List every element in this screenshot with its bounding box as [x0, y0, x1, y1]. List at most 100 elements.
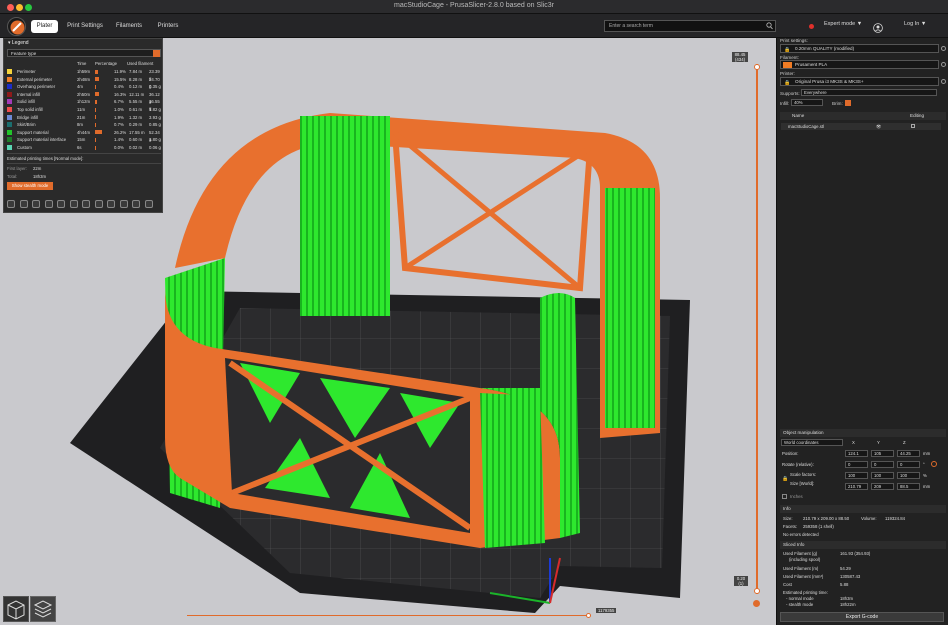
supports-combo[interactable]: Everywhere	[801, 89, 937, 96]
tab-print-settings[interactable]: Print Settings	[66, 20, 104, 33]
stealth-mode-value: 18h22m	[840, 602, 856, 607]
retractions-icon[interactable]	[32, 200, 40, 208]
search-icon[interactable]	[766, 22, 773, 30]
legend-row[interactable]: Support material 4h44m 26.2% 17.55 m 52.34 g	[7, 129, 163, 142]
legend-length: 5.55 m	[129, 99, 143, 105]
legend-row[interactable]: Top solid infill 11m 1.0% 0.61 m 1.82 g	[7, 106, 163, 113]
info-size-label: Size:	[783, 516, 793, 521]
lower-thumb[interactable]	[754, 588, 760, 594]
seams-icon[interactable]	[57, 200, 65, 208]
cog-icon[interactable]	[753, 600, 760, 607]
reset-rotation-icon[interactable]	[931, 461, 937, 467]
legend-swatch	[7, 99, 12, 105]
printer-label: Printer:	[780, 71, 795, 76]
legend-row[interactable]: Bridge infill 21m 1.9% 1.32 m 3.93 g	[7, 114, 163, 121]
rotate-z-input[interactable]: 0	[897, 461, 920, 468]
feature-type-dropdown[interactable]: Feature type	[7, 49, 161, 57]
size-label: Size [World]:	[790, 481, 815, 486]
search-input[interactable]: Enter a search term	[604, 20, 776, 32]
export-gcode-button[interactable]: Export G-code	[780, 612, 944, 622]
position-x-input[interactable]: 124.1	[845, 450, 868, 457]
position-z-input[interactable]: 44.25	[897, 450, 920, 457]
tab-filaments[interactable]: Filaments	[114, 20, 144, 33]
legend-header[interactable]: ▾ Legend	[4, 39, 162, 47]
legend-row[interactable]: External perimeter 2h48m 15.5% 8.28 m 24.70 …	[7, 76, 163, 89]
shells-icon[interactable]	[132, 200, 140, 208]
infill-label: Infill:	[780, 101, 790, 106]
horizontal-move-slider[interactable]	[187, 613, 591, 618]
print-settings-gear-icon[interactable]	[941, 46, 946, 51]
tool-changes-icon[interactable]	[69, 200, 78, 208]
legend-row[interactable]: Skirt/Brim 8m 0.7% 0.29 m 0.85 g	[7, 121, 163, 128]
edit-settings-icon[interactable]	[911, 124, 915, 128]
legend-swatch	[7, 114, 12, 120]
legend-row[interactable]: Support material interface 15m 1.4% 0.60 m 1…	[7, 136, 163, 143]
estimated-time-label: Estimated printing time:	[783, 590, 828, 595]
mode-indicator-icon	[809, 24, 814, 29]
deretractions-icon[interactable]	[44, 200, 53, 208]
legend-feature-name: Perimeter	[17, 69, 36, 74]
total-time-row: Total: 18h3m	[7, 174, 47, 179]
scale-y-input[interactable]: 100	[871, 472, 894, 479]
upper-layer-label: 88.45 (434)	[732, 52, 748, 62]
travel-icon[interactable]	[7, 200, 15, 208]
scale-lock-icon[interactable]: 🔒	[782, 476, 788, 482]
vertical-layer-slider[interactable]	[754, 64, 760, 594]
color-changes-icon[interactable]	[82, 200, 90, 208]
print-settings-combo[interactable]: 🔒 0.20mm QUALITY (modified)	[780, 44, 939, 53]
size-x-input[interactable]: 210.79	[845, 483, 868, 490]
upper-thumb[interactable]	[754, 64, 760, 70]
coordinates-combo[interactable]: World coordinates	[781, 439, 843, 446]
center-of-gravity-icon[interactable]	[119, 200, 128, 208]
pause-icon[interactable]	[94, 200, 103, 208]
custom-gcode-icon[interactable]	[107, 200, 115, 208]
tool-marker-icon[interactable]	[144, 200, 153, 208]
inches-label: Inches	[790, 494, 803, 499]
legend-length: 8.28 m	[129, 76, 143, 82]
filament-color-swatch[interactable]	[783, 62, 792, 68]
legend-row[interactable]: Internal infill 2h50m 16.3% 12.11 m 36.12 g	[7, 91, 163, 104]
estimated-times-label: Estimated printing times [Normal mode]:	[7, 156, 84, 161]
legend-percentage-bar	[95, 130, 102, 135]
show-stealth-mode-button[interactable]: Show stealth mode	[7, 182, 53, 190]
printer-gear-icon[interactable]	[941, 79, 946, 84]
normal-mode-value: 18h3m	[840, 596, 854, 601]
wipe-icon[interactable]	[19, 200, 28, 208]
legend-percentage-bar	[95, 92, 100, 97]
printer-combo[interactable]: 🔒 Original Prusa i3 MK3S & MK3S+	[780, 77, 939, 86]
3d-view-button[interactable]	[3, 596, 29, 622]
filament-combo[interactable]: Prusament PLA	[780, 60, 939, 69]
size-y-input[interactable]: 209	[871, 483, 894, 490]
account-icon[interactable]	[873, 20, 883, 33]
filament-gear-icon[interactable]	[941, 62, 946, 67]
tab-plater[interactable]: Plater	[31, 20, 58, 33]
brim-checkbox[interactable]	[845, 100, 851, 106]
visibility-eye-icon[interactable]: 👁	[876, 123, 881, 130]
object-list-item[interactable]: macStudioCage.stl 👁	[781, 123, 941, 130]
size-z-input[interactable]: 88.5	[897, 483, 920, 490]
legend-row[interactable]: Custom 6s 0.0% 0.02 m 0.06 g	[7, 144, 163, 151]
tab-printers[interactable]: Printers	[154, 20, 182, 33]
legend-swatch	[7, 69, 12, 74]
legend-time: 6s	[77, 145, 82, 150]
legend-time: 2h50m	[77, 91, 91, 97]
position-y-input[interactable]: 105	[871, 450, 894, 457]
scale-x-input[interactable]: 100	[845, 472, 868, 479]
inches-checkbox[interactable]	[782, 494, 787, 499]
legend-row[interactable]: Overhang perimeter 4m 0.4% 0.12 m 0.35 g	[7, 83, 163, 90]
h-slider-thumb[interactable]	[586, 613, 591, 618]
sliced-info-header: Sliced Info	[780, 541, 946, 549]
rotate-x-input[interactable]: 0	[845, 461, 868, 468]
legend-row[interactable]: Solid infill 1h12m 6.7% 5.55 m 16.55 g	[7, 98, 163, 111]
legend-time: 11m	[77, 107, 86, 112]
infill-combo[interactable]: 40%	[791, 99, 823, 106]
preview-layers-button[interactable]	[30, 596, 56, 622]
legend-row[interactable]: Perimeter 1h59m 11.9% 7.84 m 23.39 g	[7, 68, 163, 81]
rotate-y-input[interactable]: 0	[871, 461, 894, 468]
right-sidebar: Print settings: 🔒 0.20mm QUALITY (modifi…	[776, 38, 948, 625]
legend-percentage: 26.2%	[114, 129, 127, 135]
scale-z-input[interactable]: 100	[897, 472, 920, 479]
first-layer-row: First layer: 22m	[7, 166, 42, 171]
login-dropdown[interactable]: Log In ▼	[904, 21, 926, 27]
expert-mode-dropdown[interactable]: Expert mode ▼	[824, 21, 862, 27]
